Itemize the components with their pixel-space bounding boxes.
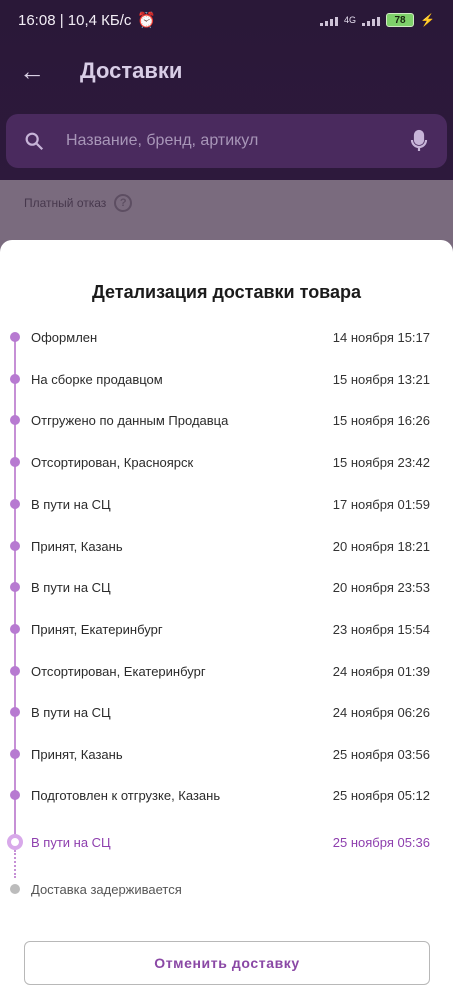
back-arrow-icon[interactable]: ← — [12, 51, 52, 91]
paid-refusal-label: Платный отказ — [24, 196, 107, 210]
search-input[interactable]: Название, бренд, артикул — [66, 132, 407, 150]
charging-icon: ⚡ — [420, 13, 435, 27]
event-label: Отгружено по данным Продавца — [31, 412, 229, 428]
timeline-event: Принят, Екатеринбург 23 ноября 15:54 — [0, 617, 453, 641]
event-time: 15 ноября 16:26 — [332, 412, 430, 428]
timeline-event-current: В пути на СЦ 25 ноября 05:36 — [0, 830, 453, 854]
page-title: Доставки — [80, 58, 183, 83]
timeline-event-pending: Доставка задерживается — [0, 877, 453, 901]
event-label: Доставка задерживается — [31, 881, 182, 897]
event-label: Подготовлен к отгрузке, Казань — [31, 787, 221, 803]
timeline-dot — [10, 666, 20, 676]
timeline-dot-current — [7, 834, 23, 850]
network-label: 4G — [344, 15, 357, 25]
timeline-event: На сборке продавцом 15 ноября 13:21 — [0, 367, 453, 391]
cancel-delivery-button[interactable]: Отменить доставку — [24, 941, 430, 985]
status-left: 16:08 | 10,4 КБ/с ⏰ — [18, 11, 157, 30]
search-bar[interactable]: Название, бренд, артикул — [6, 114, 447, 168]
signal-icon-2 — [362, 14, 381, 26]
timeline-event: В пути на СЦ 17 ноября 01:59 — [0, 492, 453, 516]
search-icon — [22, 129, 46, 153]
event-time: 25 ноября 05:12 — [332, 787, 430, 803]
event-time: 24 ноября 01:39 — [332, 663, 430, 679]
delivery-details-sheet: Детализация доставки товара Оформлен 14 … — [0, 240, 453, 985]
timeline-dot — [10, 332, 20, 342]
timeline-event: Отсортирован, Екатеринбург 24 ноября 01:… — [0, 659, 453, 683]
toolbar: ← Доставки — [0, 40, 453, 102]
event-label: В пути на СЦ — [31, 704, 111, 720]
timeline-dot — [10, 457, 20, 467]
timeline-dot-pending — [10, 884, 20, 894]
status-right: 4G 78 ⚡ — [320, 13, 435, 27]
timeline-event: Принят, Казань 25 ноября 03:56 — [0, 742, 453, 766]
event-label: Принят, Казань — [31, 746, 123, 762]
alarm-icon: ⏰ — [137, 12, 157, 29]
event-time: 15 ноября 13:21 — [332, 371, 430, 387]
microphone-icon[interactable] — [407, 129, 431, 153]
timeline-dot — [10, 374, 20, 384]
event-time: 25 ноября 03:56 — [332, 746, 430, 762]
timeline-pending-line — [14, 850, 16, 878]
timeline-dot — [10, 624, 20, 634]
event-time: 14 ноября 15:17 — [332, 329, 430, 345]
timeline-event: Подготовлен к отгрузке, Казань 25 ноября… — [0, 783, 453, 807]
event-time: 17 ноября 01:59 — [332, 496, 430, 512]
status-time: 16:08 | 10,4 КБ/с — [18, 11, 132, 29]
event-time: 20 ноября 23:53 — [332, 579, 430, 595]
sheet-title: Детализация доставки товара — [91, 282, 362, 302]
timeline-dot — [10, 541, 20, 551]
event-label: В пути на СЦ — [31, 496, 111, 512]
event-time: 15 ноября 23:42 — [332, 454, 430, 470]
event-time: 24 ноября 06:26 — [332, 704, 430, 720]
timeline-dot — [10, 707, 20, 717]
help-icon[interactable]: ? — [114, 194, 133, 212]
event-label: Оформлен — [31, 329, 98, 345]
timeline-dot — [10, 749, 20, 759]
battery-icon: 78 — [386, 13, 415, 27]
event-label: Отсортирован, Екатеринбург — [31, 663, 206, 679]
timeline-event: В пути на СЦ 20 ноября 23:53 — [0, 575, 453, 599]
timeline-event: Принят, Казань 20 ноября 18:21 — [0, 534, 453, 558]
event-time: 20 ноября 18:21 — [332, 538, 430, 554]
signal-icon — [320, 14, 339, 26]
event-label: В пути на СЦ — [31, 834, 111, 850]
timeline-dot — [10, 415, 20, 425]
paid-refusal-row: Платный отказ ? — [24, 194, 133, 212]
event-label: Принят, Екатеринбург — [31, 621, 163, 637]
timeline-dot — [10, 582, 20, 592]
timeline-event: Оформлен 14 ноября 15:17 — [0, 325, 453, 349]
event-label: В пути на СЦ — [31, 579, 111, 595]
timeline-event: Отсортирован, Красноярск 15 ноября 23:42 — [0, 450, 453, 474]
event-time: 25 ноября 05:36 — [332, 834, 430, 850]
event-label: Отсортирован, Красноярск — [31, 454, 194, 470]
timeline-dot — [10, 790, 20, 800]
event-label: Принят, Казань — [31, 538, 123, 554]
status-bar: 16:08 | 10,4 КБ/с ⏰ 4G 78 ⚡ — [0, 0, 453, 40]
event-time: 23 ноября 15:54 — [332, 621, 430, 637]
timeline-event: В пути на СЦ 24 ноября 06:26 — [0, 700, 453, 724]
timeline-dot — [10, 499, 20, 509]
timeline-event: Отгружено по данным Продавца 15 ноября 1… — [0, 408, 453, 432]
event-label: На сборке продавцом — [31, 371, 163, 387]
